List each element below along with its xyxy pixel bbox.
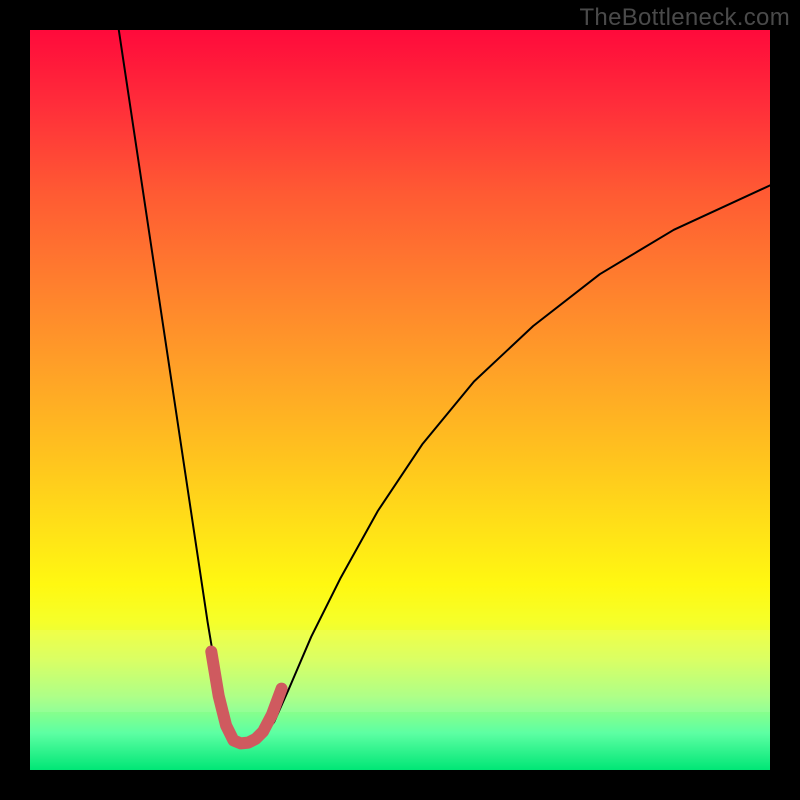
series-bottom-marker [211, 652, 281, 744]
plot-area [30, 30, 770, 770]
watermark-text: TheBottleneck.com [579, 4, 790, 32]
chart-frame: TheBottleneck.com [0, 0, 800, 800]
series-curve [119, 30, 770, 744]
chart-svg [30, 30, 770, 770]
